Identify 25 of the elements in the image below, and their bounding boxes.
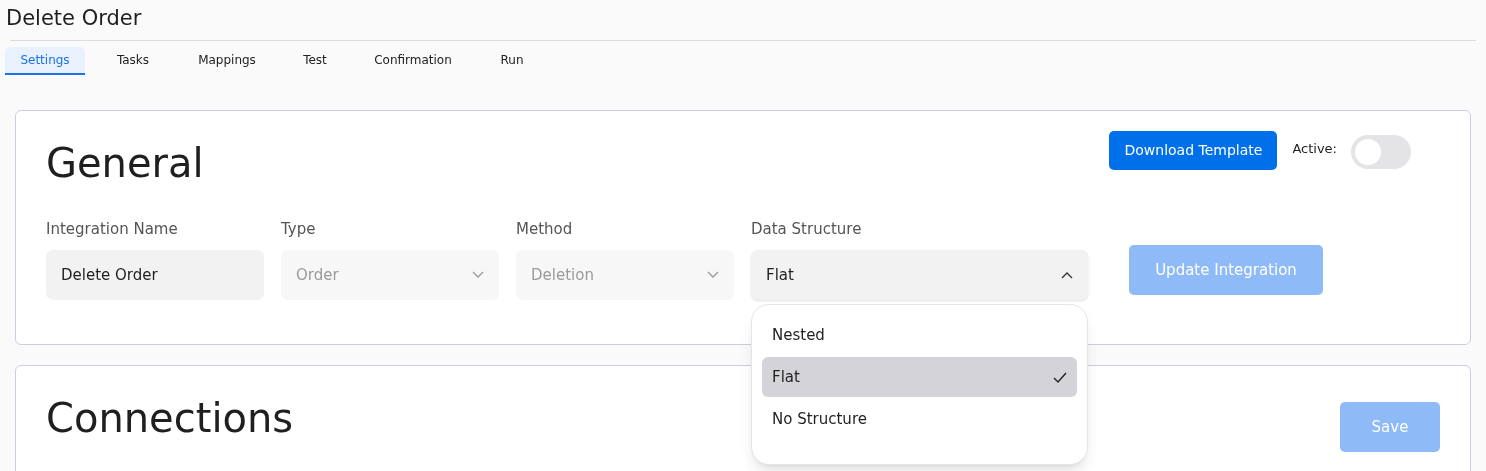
tab[interactable]: Tasks (87, 47, 179, 75)
select-field[interactable]: Flat (751, 250, 1088, 300)
checkmark-icon (1053, 371, 1067, 383)
chevron-icon (1061, 271, 1073, 279)
tab[interactable]: Settings (5, 47, 85, 75)
field-label: Data Structure (751, 219, 863, 240)
chevron-icon (472, 271, 484, 279)
field-label: Type (281, 219, 317, 240)
tab[interactable]: Run (471, 47, 553, 75)
download-template-button[interactable]: Download Template (1109, 131, 1278, 170)
tab[interactable]: Mappings (181, 47, 273, 75)
tab[interactable]: Test (275, 47, 355, 75)
chevron-icon (707, 271, 719, 279)
dropdown-option[interactable]: Nested (762, 315, 1077, 355)
field-label: Integration Name (46, 219, 179, 240)
section-heading: General (46, 139, 205, 188)
active-label: Active: (1292, 140, 1337, 158)
dropdown-option[interactable]: Flat (762, 357, 1077, 397)
integration-name-field[interactable]: Delete Order (46, 250, 264, 300)
field-label: Method (516, 219, 574, 240)
tab[interactable]: Confirmation (357, 47, 469, 75)
dropdown-option[interactable]: No Structure (762, 399, 1077, 439)
active-toggle[interactable] (1351, 135, 1411, 169)
section-heading: Connections (46, 394, 294, 443)
page-title: Delete Order (5, 5, 143, 32)
